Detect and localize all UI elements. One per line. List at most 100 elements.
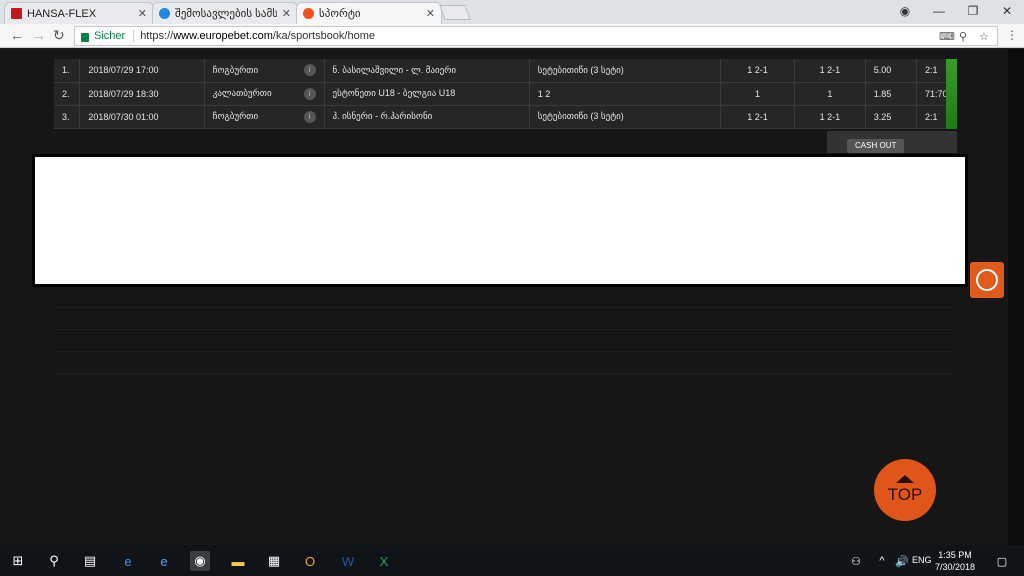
bets-table: 1. 2018/07/29 17:00 ჩოგბურთი i ნ. ბასილა… (54, 59, 958, 129)
new-tab-button[interactable] (439, 5, 471, 20)
address-toolbar: ← → ↻ Sicher https://www.europebet.com/k… (0, 24, 1024, 48)
word-icon[interactable]: W (338, 551, 358, 571)
minimize-button[interactable]: — (922, 0, 956, 22)
chrome-icon[interactable]: ◉ (190, 551, 210, 571)
row-datetime: 2018/07/30 01:00 (79, 105, 205, 129)
row-number: 3. (54, 105, 81, 129)
url-text[interactable]: https://www.europebet.com/ka/sportsbook/… (133, 30, 375, 42)
zoom-icon[interactable]: ⚲ (959, 30, 967, 43)
file-explorer-icon[interactable]: ▬ (228, 551, 248, 571)
row-pick1: 1 2-1 (720, 59, 796, 83)
row-sport: ჩოგბურთი (204, 105, 296, 129)
tab-sportsbook[interactable]: სპორტი ✕ (296, 2, 442, 24)
list-item (54, 352, 954, 374)
tab-revenue-service[interactable]: შემოსავლების სამსახ ✕ (152, 2, 298, 24)
top-label: TOP (887, 485, 923, 504)
tab-title: HANSA-FLEX (27, 7, 97, 20)
table-row[interactable]: 3. 2018/07/30 01:00 ჩოგბურთი i ჰ. ისნერი… (54, 105, 958, 129)
lifebuoy-icon (976, 269, 998, 291)
row-match: ესტონეთი U18 - ბელგია U18 (324, 82, 530, 106)
page-content: 1. 2018/07/29 17:00 ჩოგბურთი i ნ. ბასილა… (0, 49, 1024, 545)
hansa-flex-favicon-icon (11, 8, 22, 19)
row-pick1: 1 2-1 (720, 105, 796, 129)
row-match: ჰ. ისნერი - რ.ჰარისონი (324, 105, 530, 129)
row-match: ნ. ბასილაშვილი - ლ. მაიერი (324, 59, 530, 83)
row-market: სეტებითიწი (3 სეტი) (529, 59, 721, 83)
url-prefix: https:// (140, 30, 174, 42)
secure-label: Sicher (94, 30, 126, 42)
windows-taskbar: ⊞ ⚲ ▤ e e ◉ ▬ ▦ O W X ⚇ ^ 🔊 ENG 1:35 PM … (0, 545, 1024, 576)
row-sport: ჩოგბურთი (204, 59, 296, 83)
ie-icon[interactable]: e (154, 551, 174, 571)
sportsbook-favicon-icon (303, 8, 314, 19)
clock-time: 1:35 PM (938, 550, 972, 560)
lock-icon (81, 32, 89, 42)
task-view-icon[interactable]: ▤ (80, 551, 100, 571)
tab-hansa-flex[interactable]: HANSA-FLEX ✕ (4, 2, 154, 24)
cashout-panel: CASH OUT (827, 131, 957, 153)
tab-title: სპორტი (319, 8, 361, 20)
table-row[interactable]: 2. 2018/07/29 18:30 კალათბურთი i ესტონეთ… (54, 82, 958, 106)
restore-button[interactable]: ❐ (956, 0, 990, 22)
forward-icon[interactable]: → (32, 27, 46, 43)
info-icon[interactable]: i (303, 64, 316, 77)
profile-icon[interactable]: ◉ (888, 0, 922, 22)
volume-icon[interactable]: 🔊 (892, 551, 912, 571)
row-datetime: 2018/07/29 17:00 (79, 59, 205, 83)
row-datetime: 2018/07/29 18:30 (79, 82, 205, 106)
menu-icon[interactable]: ⋮ (1006, 28, 1018, 42)
close-window-button[interactable]: ✕ (990, 0, 1024, 22)
edge-icon[interactable]: e (118, 551, 138, 571)
info-icon[interactable]: i (303, 110, 316, 123)
list-item (54, 286, 954, 308)
status-green-bar (946, 59, 957, 129)
calculator-icon[interactable]: ▦ (264, 551, 284, 571)
start-icon[interactable]: ⊞ (8, 551, 28, 571)
browser-tabbar: HANSA-FLEX ✕ შემოსავლების სამსახ ✕ სპორტ… (0, 0, 1024, 24)
scroll-to-top-button[interactable]: TOP (874, 459, 936, 521)
close-tab-icon[interactable]: ✕ (282, 7, 291, 20)
cashout-label-out: OUT (879, 141, 897, 150)
row-sport: კალათბურთი (204, 82, 296, 106)
row-number: 2. (54, 82, 81, 106)
row-odds: 3.25 (865, 105, 917, 129)
arrow-up-icon (896, 475, 914, 483)
omnibox[interactable]: Sicher https://www.europebet.com/ka/spor… (74, 26, 998, 46)
search-icon[interactable]: ⚲ (44, 551, 64, 571)
row-market: 1 2 (529, 82, 721, 106)
cashout-label: CASH (855, 141, 878, 150)
url-domain: www.europebet.com (173, 30, 273, 42)
chevron-up-icon[interactable]: ^ (872, 551, 892, 571)
row-market: სეტებითიწი (3 სეტი) (529, 105, 721, 129)
outlook-icon[interactable]: O (300, 551, 320, 571)
excel-icon[interactable]: X (374, 551, 394, 571)
row-pick1: 1 (720, 82, 796, 106)
row-pick2: 1 (794, 82, 866, 106)
row-number: 1. (54, 59, 81, 83)
list-item (54, 308, 954, 330)
row-odds: 5.00 (865, 59, 917, 83)
row-pick2: 1 2-1 (794, 59, 866, 83)
clock[interactable]: 1:35 PM 7/30/2018 (928, 549, 982, 573)
row-pick2: 1 2-1 (794, 105, 866, 129)
action-center-icon[interactable]: ▢ (992, 551, 1012, 571)
dimmed-background-content (54, 286, 954, 543)
cashout-button[interactable]: CASH OUT (847, 139, 905, 153)
clock-date: 7/30/2018 (934, 562, 976, 572)
row-odds: 1.85 (865, 82, 917, 106)
support-widget-button[interactable] (970, 262, 1004, 298)
bookmark-star-icon[interactable]: ☆ (979, 30, 989, 43)
close-tab-icon[interactable]: ✕ (138, 7, 147, 20)
revenue-service-favicon-icon (159, 8, 170, 19)
scrollbar[interactable] (1008, 49, 1024, 545)
tab-title: შემოსავლების სამსახ (175, 8, 277, 20)
people-icon[interactable]: ⚇ (846, 551, 866, 571)
table-row[interactable]: 1. 2018/07/29 17:00 ჩოგბურთი i ნ. ბასილა… (54, 59, 958, 83)
list-item (54, 330, 954, 352)
close-tab-icon[interactable]: ✕ (426, 7, 435, 20)
reload-icon[interactable]: ↻ (53, 27, 65, 44)
translate-icon[interactable]: ⌨ (939, 30, 955, 43)
url-path: /ka/sportsbook/home (272, 30, 376, 42)
back-icon[interactable]: ← (10, 27, 24, 43)
info-icon[interactable]: i (303, 87, 316, 100)
